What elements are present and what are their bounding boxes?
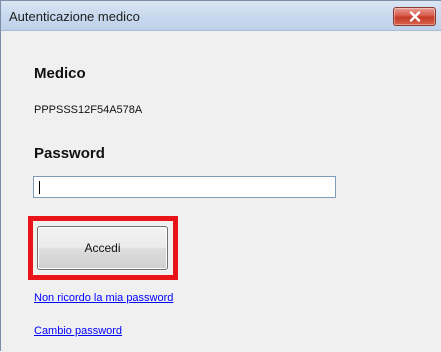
forgot-password-link[interactable]: Non ricordo la mia password bbox=[34, 292, 173, 304]
dialog-content: Medico PPPSSS12F54A578A Password Accedi … bbox=[1, 32, 441, 352]
close-icon bbox=[394, 8, 435, 25]
change-password-link[interactable]: Cambio password bbox=[34, 325, 122, 337]
password-field[interactable] bbox=[33, 176, 336, 198]
title-bar: Autenticazione medico bbox=[1, 1, 441, 31]
text-caret bbox=[39, 181, 40, 194]
close-button[interactable] bbox=[393, 7, 436, 26]
window-title: Autenticazione medico bbox=[9, 9, 140, 24]
medico-label: Medico bbox=[34, 65, 86, 82]
medico-id-value: PPPSSS12F54A578A bbox=[34, 104, 143, 116]
login-dialog: Autenticazione medico Medico PPPSSS12F54… bbox=[0, 0, 441, 352]
accedi-button[interactable]: Accedi bbox=[37, 226, 168, 270]
password-label: Password bbox=[34, 145, 105, 162]
